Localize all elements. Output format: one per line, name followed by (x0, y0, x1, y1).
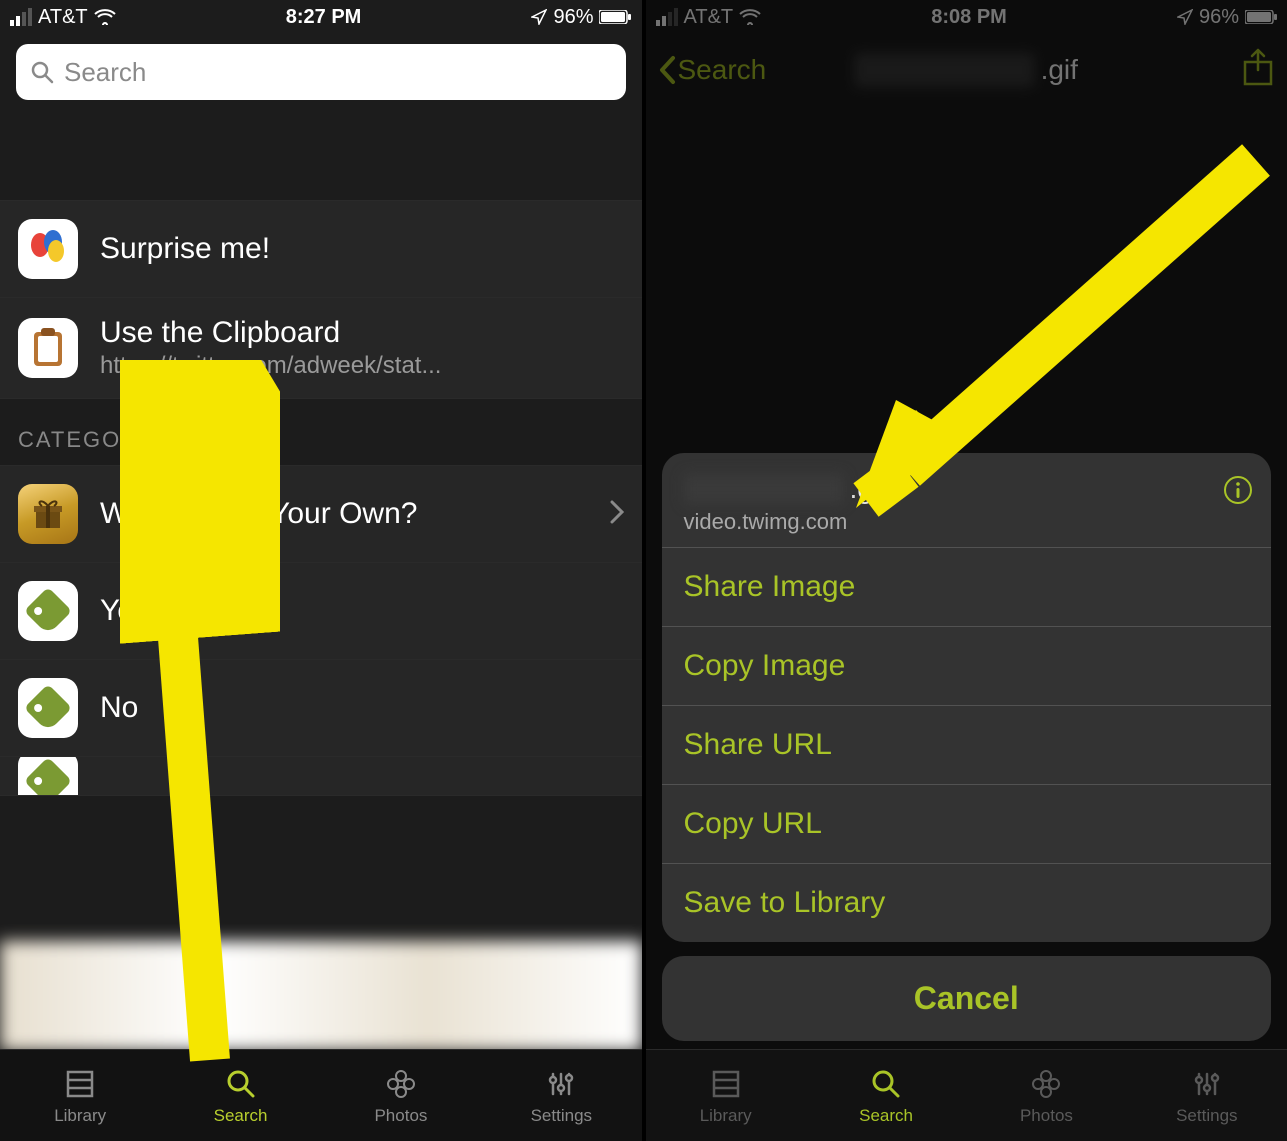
tab-label: Photos (1020, 1106, 1073, 1126)
tag-icon (18, 581, 78, 641)
sheet-share-image[interactable]: Share Image (662, 547, 1272, 626)
location-icon (1177, 9, 1193, 25)
clock-label: 8:08 PM (931, 6, 1007, 29)
search-placeholder: Search (64, 57, 146, 88)
status-bar: AT&T 8:08 PM 96% (646, 0, 1287, 34)
battery-icon (599, 10, 631, 24)
add-your-own-row[interactable]: Want to Add Your Own? (0, 465, 642, 563)
search-input[interactable]: Search (16, 44, 626, 100)
sheet-source: video.twimg.com (684, 509, 1250, 535)
tab-library[interactable]: Library (0, 1050, 160, 1141)
tab-label: Search (214, 1106, 268, 1126)
row-title: No (100, 691, 624, 725)
category-yes-row[interactable]: Yes (0, 562, 642, 660)
tab-photos[interactable]: Photos (321, 1050, 481, 1141)
cell-signal-icon (656, 8, 678, 26)
battery-percent: 96% (1199, 6, 1239, 29)
gift-icon (18, 484, 78, 544)
search-icon (223, 1066, 259, 1102)
location-icon (531, 9, 547, 25)
ad-banner[interactable] (0, 941, 642, 1051)
tab-settings[interactable]: Settings (481, 1050, 641, 1141)
tab-bar: Library Search Photos Settings (646, 1049, 1287, 1141)
category-no-row[interactable]: No (0, 659, 642, 757)
sliders-icon (1189, 1066, 1225, 1102)
sheet-save-library[interactable]: Save to Library (662, 863, 1272, 942)
wifi-icon (94, 9, 116, 25)
share-button[interactable] (1241, 48, 1275, 93)
tab-settings[interactable]: Settings (1127, 1050, 1287, 1141)
categories-list: Want to Add Your Own? Yes No (0, 465, 642, 796)
chevron-left-icon (658, 55, 676, 85)
search-icon (868, 1066, 904, 1102)
action-sheet: .gif video.twimg.com Share Image Copy Im… (662, 453, 1272, 1041)
nav-title: .gif (855, 53, 1078, 87)
search-icon (30, 60, 54, 84)
sheet-copy-image[interactable]: Copy Image (662, 626, 1272, 705)
info-icon[interactable] (1223, 475, 1253, 510)
tag-icon (18, 678, 78, 738)
tab-label: Library (54, 1106, 106, 1126)
photos-icon (1028, 1066, 1064, 1102)
tab-label: Search (859, 1106, 913, 1126)
tab-label: Library (700, 1106, 752, 1126)
sheet-header: .gif video.twimg.com (662, 453, 1272, 547)
photos-icon (383, 1066, 419, 1102)
library-icon (708, 1066, 744, 1102)
battery-icon (1245, 10, 1277, 24)
tag-icon (18, 756, 78, 796)
tab-library[interactable]: Library (646, 1050, 806, 1141)
status-bar: AT&T 8:27 PM 96% (0, 0, 642, 34)
quick-list: Surprise me! Use the Clipboard https://t… (0, 200, 642, 399)
category-row-partial[interactable] (0, 756, 642, 796)
back-button[interactable]: Search (658, 54, 767, 86)
sheet-copy-url[interactable]: Copy URL (662, 784, 1272, 863)
share-icon (1241, 48, 1275, 88)
row-title: Want to Add Your Own? (100, 497, 588, 531)
use-clipboard-row[interactable]: Use the Clipboard https://twitter.com/ad… (0, 297, 642, 399)
battery-percent: 96% (553, 6, 593, 29)
clipboard-icon (18, 318, 78, 378)
tab-bar: Library Search Photos Settings (0, 1049, 642, 1141)
row-title: Surprise me! (100, 232, 624, 266)
nav-title-suffix: .gif (1041, 54, 1078, 86)
sheet-cancel-button[interactable]: Cancel (662, 956, 1272, 1041)
navigation-bar: Search .gif (646, 34, 1287, 106)
back-label: Search (678, 54, 767, 86)
tab-label: Settings (1176, 1106, 1237, 1126)
categories-header: CATEGORIES (0, 399, 642, 465)
carrier-label: AT&T (38, 6, 88, 29)
tab-label: Photos (374, 1106, 427, 1126)
tab-search[interactable]: Search (806, 1050, 966, 1141)
row-title: Use the Clipboard (100, 316, 624, 350)
tab-photos[interactable]: Photos (966, 1050, 1126, 1141)
library-icon (62, 1066, 98, 1102)
balloons-icon (18, 219, 78, 279)
wifi-icon (739, 9, 761, 25)
tab-label: Settings (531, 1106, 592, 1126)
sliders-icon (543, 1066, 579, 1102)
tab-search[interactable]: Search (160, 1050, 320, 1141)
redacted-filename (855, 53, 1035, 87)
clock-label: 8:27 PM (286, 6, 362, 29)
carrier-label: AT&T (684, 6, 734, 29)
row-title: Yes (100, 594, 624, 628)
chevron-right-icon (610, 500, 624, 529)
redacted-filename (684, 474, 844, 504)
cell-signal-icon (10, 8, 32, 26)
row-subtitle: https://twitter.com/adweek/stat... (100, 352, 624, 380)
sheet-share-url[interactable]: Share URL (662, 705, 1272, 784)
sheet-file-suffix: .gif (850, 473, 887, 505)
phone-share-sheet-screen: AT&T 8:08 PM 96% Search (646, 0, 1287, 1141)
phone-search-screen: AT&T 8:27 PM 96% Search (0, 0, 646, 1141)
surprise-me-row[interactable]: Surprise me! (0, 200, 642, 298)
